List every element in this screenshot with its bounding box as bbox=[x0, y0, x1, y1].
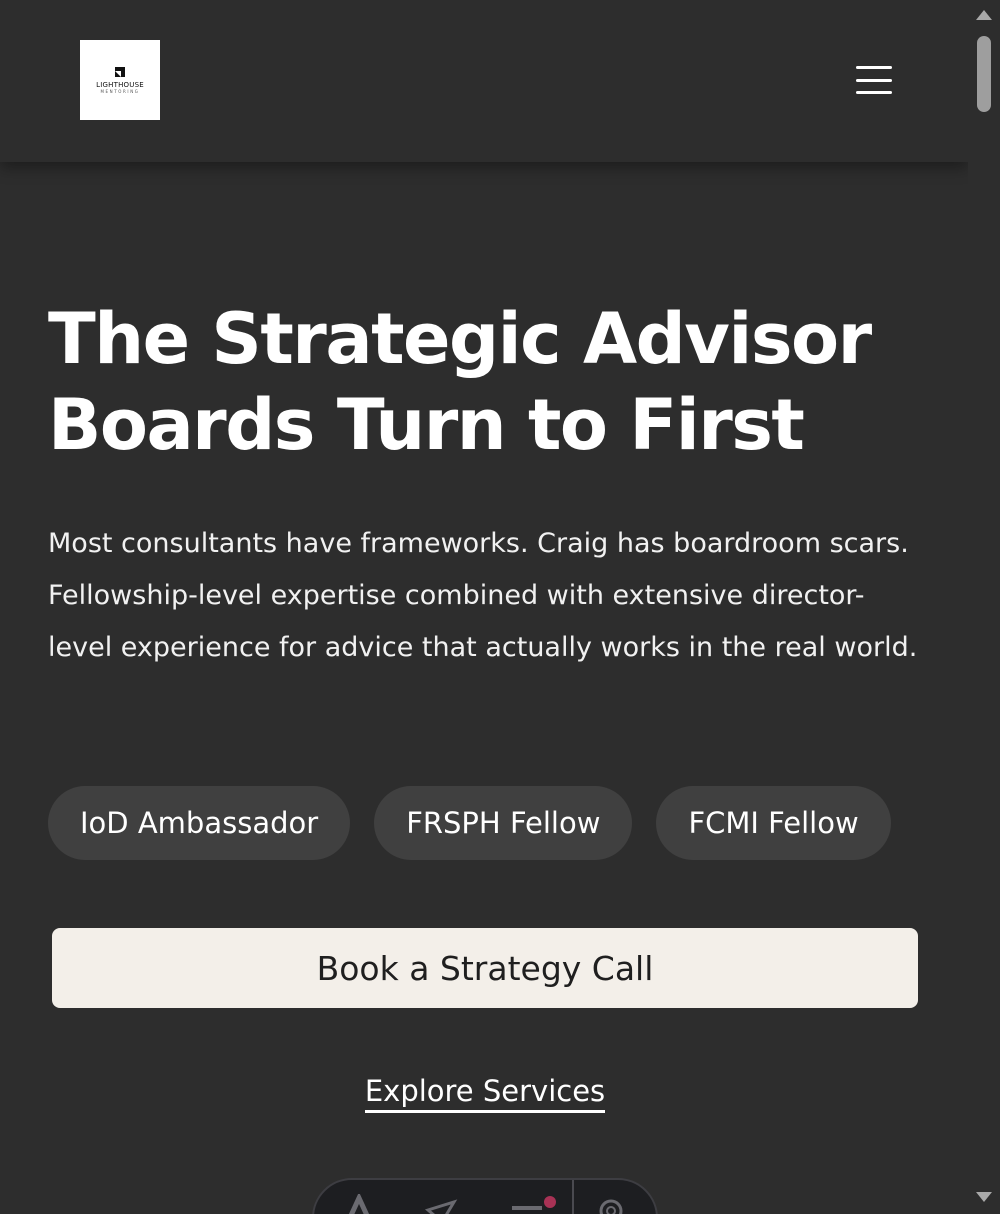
floating-toolbar bbox=[312, 1178, 658, 1214]
badge-iod-ambassador: IoD Ambassador bbox=[48, 786, 351, 860]
explore-services-link[interactable]: Explore Services bbox=[364, 1074, 606, 1113]
credential-badges: IoD Ambassador FRSPH Fellow FCMI Fellow bbox=[48, 786, 891, 860]
hero-title-line2: Boards Turn to First bbox=[48, 384, 805, 466]
toolbar-divider bbox=[572, 1180, 574, 1214]
hero-description: Most consultants have frameworks. Craig … bbox=[48, 528, 918, 663]
logo-wordmark: LIGHTHOUSE bbox=[96, 81, 144, 89]
vertical-scrollbar[interactable] bbox=[968, 0, 1000, 1214]
list-icon[interactable] bbox=[510, 1194, 544, 1214]
logo-mark-icon bbox=[115, 67, 125, 77]
badge-frsph-fellow: FRSPH Fellow bbox=[374, 786, 633, 860]
hamburger-icon bbox=[856, 66, 892, 69]
site-header: LIGHTHOUSE MENTORING bbox=[0, 0, 968, 162]
text-icon[interactable] bbox=[344, 1194, 374, 1214]
book-strategy-call-button[interactable]: Book a Strategy Call bbox=[52, 928, 918, 1008]
hamburger-menu-button[interactable] bbox=[852, 62, 896, 98]
explore-services-container: Explore Services bbox=[0, 1074, 970, 1113]
notification-dot bbox=[544, 1196, 556, 1208]
scroll-down-arrow-icon[interactable] bbox=[976, 1192, 992, 1202]
settings-icon[interactable] bbox=[594, 1194, 628, 1214]
hero-title: The Strategic Advisor Boards Turn to Fir… bbox=[48, 296, 948, 468]
hero-title-line1: The Strategic Advisor bbox=[48, 298, 872, 380]
scroll-up-arrow-icon[interactable] bbox=[976, 10, 992, 20]
send-icon[interactable] bbox=[424, 1194, 458, 1214]
logo-subtext: MENTORING bbox=[100, 89, 140, 94]
lighthouse-logo[interactable]: LIGHTHOUSE MENTORING bbox=[80, 40, 160, 120]
scrollbar-thumb[interactable] bbox=[977, 36, 991, 112]
badge-fcmi-fellow: FCMI Fellow bbox=[656, 786, 891, 860]
